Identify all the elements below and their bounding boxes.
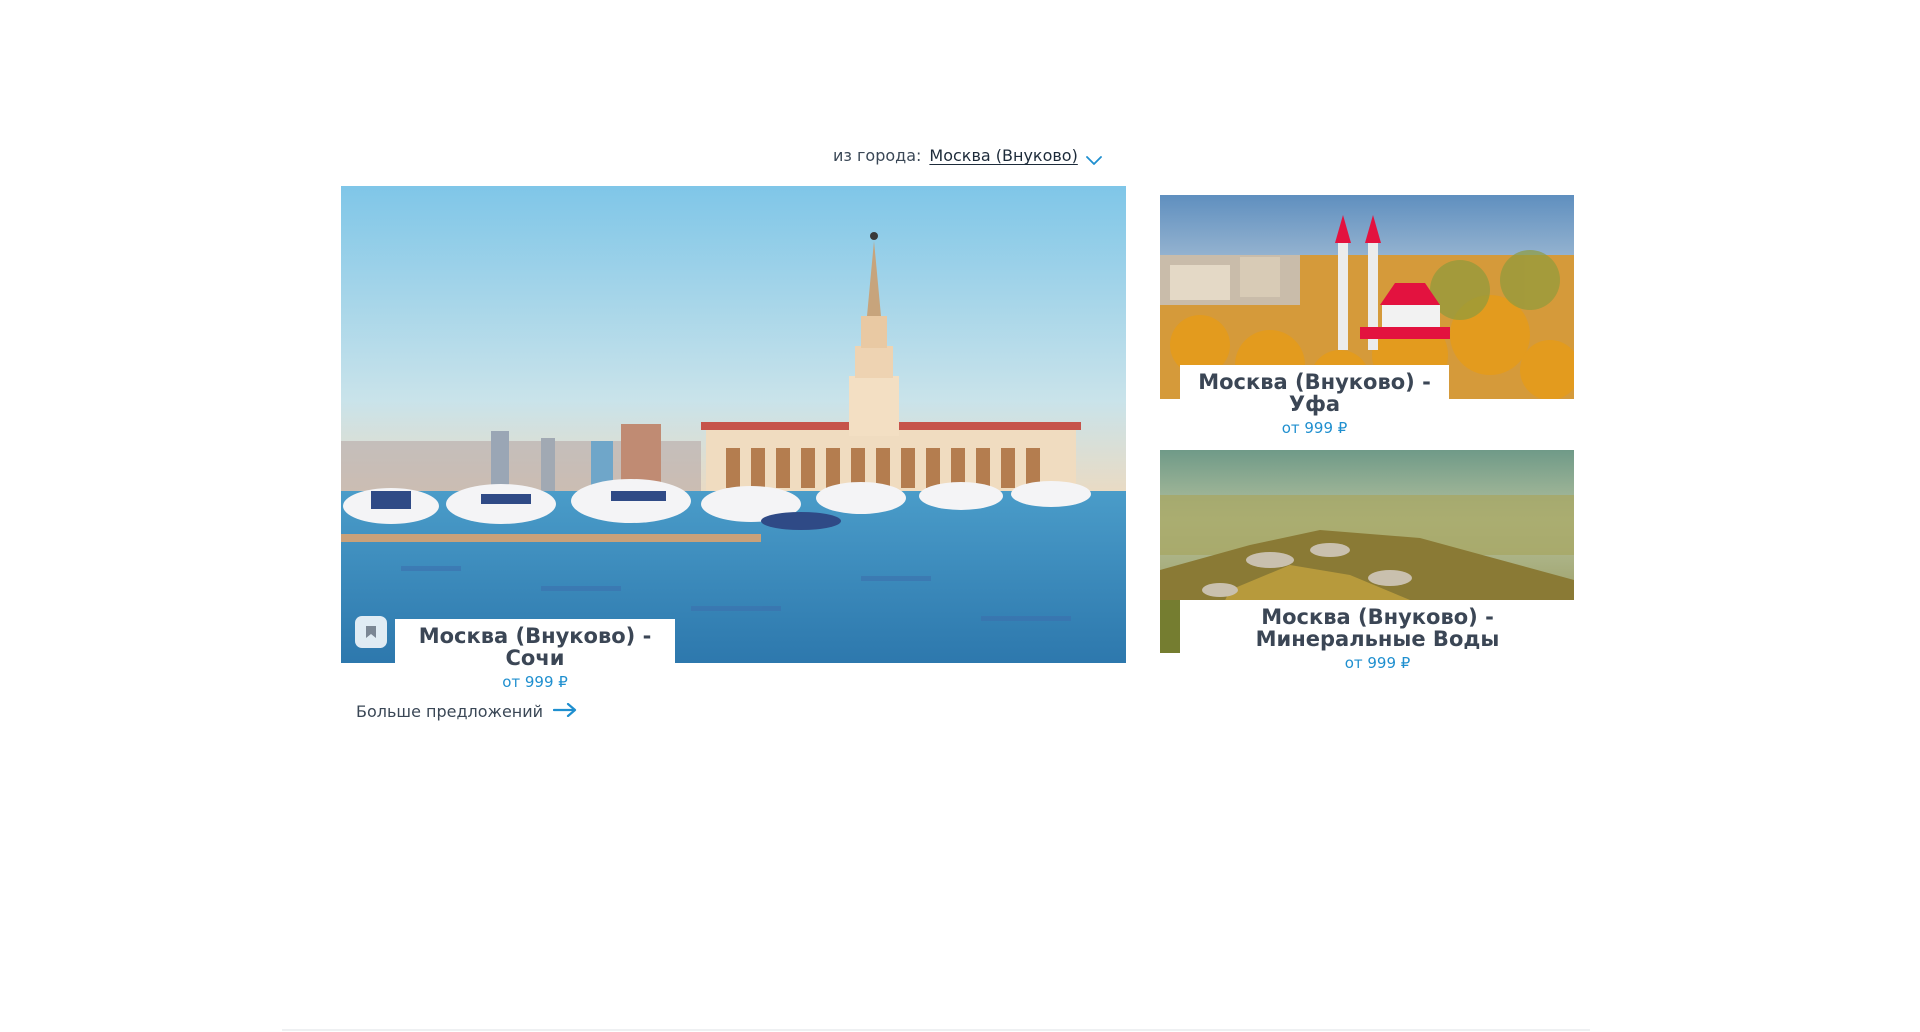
offer-title: Москва (Внуково) - Уфа: [1198, 370, 1431, 416]
offer-title: Москва (Внуково) - Минеральные Воды: [1255, 605, 1500, 651]
offer-card-mineralnye-vody[interactable]: Москва (Внуково) - Минеральные Воды от 9…: [1160, 450, 1575, 672]
bookmark-icon[interactable]: [355, 616, 387, 648]
offer-price: от 999 ₽: [1344, 654, 1411, 672]
offer-price: от 999 ₽: [1281, 419, 1348, 437]
sochi-photo: [341, 186, 1126, 663]
offer-card-sochi[interactable]: Москва (Внуково) - Сочи от 999 ₽: [341, 186, 1126, 691]
chevron-down-icon[interactable]: [1085, 151, 1102, 165]
page: из города: Москва (Внуково) Москва (Внук…: [0, 0, 1920, 1032]
offer-card-ufa[interactable]: Москва (Внуково) - Уфа от 999 ₽: [1160, 195, 1574, 437]
city-selector-label: из города:: [833, 146, 922, 165]
offer-caption: Москва (Внуково) - Сочи от 999 ₽: [395, 619, 675, 691]
arrow-right-icon: [552, 702, 577, 721]
more-offers-link[interactable]: Больше предложений: [356, 702, 577, 721]
offer-caption: Москва (Внуково) - Уфа от 999 ₽: [1180, 365, 1449, 437]
city-selector-value[interactable]: Москва (Внуково): [929, 146, 1077, 165]
offer-title: Москва (Внуково) - Сочи: [418, 624, 652, 670]
city-selector: из города: Москва (Внуково): [833, 146, 1102, 165]
more-offers-label: Больше предложений: [356, 702, 544, 721]
offer-caption: Москва (Внуково) - Минеральные Воды от 9…: [1180, 600, 1575, 672]
offer-price: от 999 ₽: [502, 673, 568, 691]
divider: [282, 1029, 1590, 1031]
